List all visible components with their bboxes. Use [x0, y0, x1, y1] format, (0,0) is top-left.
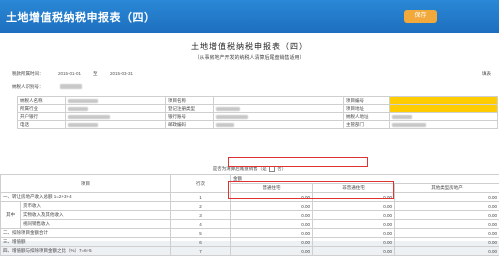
redacted-value: [68, 115, 110, 119]
highlight-box-top: [228, 157, 368, 167]
row-number: 2: [171, 202, 231, 211]
redacted-value: [68, 107, 88, 111]
row-number: 3: [171, 211, 231, 220]
table-row: 其中 货币收入 2 0.00 0.00 0.00: [1, 202, 499, 211]
table-row: 四、增值额与扣除项目金额之比（%）7=6÷5 7 0.00 0.00 0.00: [1, 247, 499, 256]
amount-cell[interactable]: 0.00: [395, 238, 499, 247]
form-subtitle: （从事房地产开发的纳税人清算后尾盘销售适用）: [0, 54, 499, 61]
table-row: 视同销售收入 4 0.00 0.00 0.00: [1, 220, 499, 229]
amount-cell[interactable]: 0.00: [313, 211, 395, 220]
fill-date-label: 填表: [482, 71, 491, 77]
info-label: 开户银行: [18, 113, 66, 121]
row-number: 7: [171, 247, 231, 256]
title-bar: 土地增值税纳税申报表（四） 保存: [0, 0, 499, 33]
amount-cell[interactable]: 0.00: [313, 229, 395, 238]
amount-cell[interactable]: 0.00: [395, 229, 499, 238]
row-number: 4: [171, 220, 231, 229]
taxpayer-id-label: 纳税人识别号：: [12, 84, 44, 90]
info-label: 项目名称: [166, 97, 214, 105]
table-row: 二、扣除项目金额合计 5 0.00 0.00 0.00: [1, 229, 499, 238]
project-number-field[interactable]: [390, 97, 498, 105]
amount-cell[interactable]: 0.00: [313, 238, 395, 247]
info-label: 项目地址: [344, 105, 390, 113]
amount-cell[interactable]: 0.00: [231, 202, 313, 211]
project-address-field[interactable]: [390, 105, 498, 113]
taxpayer-id-value: [60, 84, 82, 89]
period-start-field[interactable]: 2015-01-01: [58, 71, 81, 76]
row-number: 5: [171, 229, 231, 238]
row-item: 实物收入及其他收入: [21, 211, 171, 220]
amount-cell[interactable]: 0.00: [231, 211, 313, 220]
row-item: 二、扣除项目金额合计: [1, 229, 171, 238]
redacted-value: [216, 123, 234, 127]
table-row: 三、增值额 6 0.00 0.00 0.00: [1, 238, 499, 247]
form-title: 土地增值税纳税申报表（四）: [0, 41, 499, 52]
amount-cell[interactable]: 0.00: [395, 211, 499, 220]
amount-cell[interactable]: 0.00: [313, 202, 395, 211]
info-value[interactable]: [66, 113, 166, 121]
amount-cell[interactable]: 0.00: [395, 202, 499, 211]
amount-cell[interactable]: 0.00: [313, 247, 395, 256]
redacted-value: [68, 123, 98, 127]
period-end-field[interactable]: 2015-03-31: [110, 71, 133, 76]
info-label: 登记注册类型: [166, 105, 214, 113]
info-value[interactable]: [390, 113, 498, 121]
header-row: 行次: [171, 175, 231, 193]
amount-cell[interactable]: 0.00: [395, 247, 499, 256]
save-button[interactable]: 保存: [404, 10, 437, 23]
row-item: 一、转让房地产收入总额 1=2+3+4: [1, 193, 171, 202]
info-label: 邮政编码: [166, 121, 214, 129]
info-label: 纳税人地址: [344, 113, 390, 121]
amount-cell[interactable]: 0.00: [231, 220, 313, 229]
info-value[interactable]: [214, 105, 344, 113]
info-label: 电话: [18, 121, 66, 129]
period-to-label: 至: [93, 71, 98, 77]
info-value[interactable]: [66, 97, 166, 105]
info-value[interactable]: [66, 121, 166, 129]
amount-cell[interactable]: 0.00: [313, 220, 395, 229]
redacted-value: [68, 99, 98, 103]
redacted-value: [216, 115, 248, 119]
row-number: 1: [171, 193, 231, 202]
row-item: 三、增值额: [1, 238, 171, 247]
info-label: 纳税人名称: [18, 97, 66, 105]
info-value[interactable]: [214, 113, 344, 121]
period-label: 税款所属时间：: [12, 71, 44, 77]
row-group-label: 其中: [1, 202, 21, 229]
row-number: 6: [171, 238, 231, 247]
info-label: 银行账号: [166, 113, 214, 121]
highlight-box-header: [228, 181, 394, 199]
info-value[interactable]: [390, 121, 498, 129]
redacted-value: [392, 123, 426, 127]
amount-cell[interactable]: 0.00: [231, 229, 313, 238]
info-value[interactable]: [66, 105, 166, 113]
amount-cell[interactable]: 0.00: [231, 238, 313, 247]
amount-cell[interactable]: 0.00: [395, 220, 499, 229]
info-label: 所属行业: [18, 105, 66, 113]
header-item: 项目: [1, 175, 171, 193]
amount-cell[interactable]: 0.00: [231, 247, 313, 256]
window-title: 土地增值税纳税申报表（四）: [6, 9, 156, 25]
header-other-property: 其他类型房地产: [395, 184, 499, 193]
redacted-value: [216, 107, 240, 111]
amount-cell[interactable]: 0.00: [395, 193, 499, 202]
form-sheet: 土地增值税纳税申报表（四） （从事房地产开发的纳税人清算后尾盘销售适用） 税款所…: [0, 33, 499, 241]
taxpayer-info-table: 纳税人名称 项目名称 项目编号 所属行业 登记注册类型 项目地址 开户银行 银行…: [17, 96, 498, 129]
table-row: 实物收入及其他收入 3 0.00 0.00 0.00: [1, 211, 499, 220]
info-value[interactable]: [214, 121, 344, 129]
info-value[interactable]: [214, 97, 344, 105]
info-label: 项目编号: [344, 97, 390, 105]
row-item: 视同销售收入: [21, 220, 171, 229]
row-item: 四、增值额与扣除项目金额之比（%）7=6÷5: [1, 247, 171, 256]
info-label: 主管部门: [344, 121, 390, 129]
row-item: 货币收入: [21, 202, 171, 211]
redacted-value: [392, 115, 412, 119]
